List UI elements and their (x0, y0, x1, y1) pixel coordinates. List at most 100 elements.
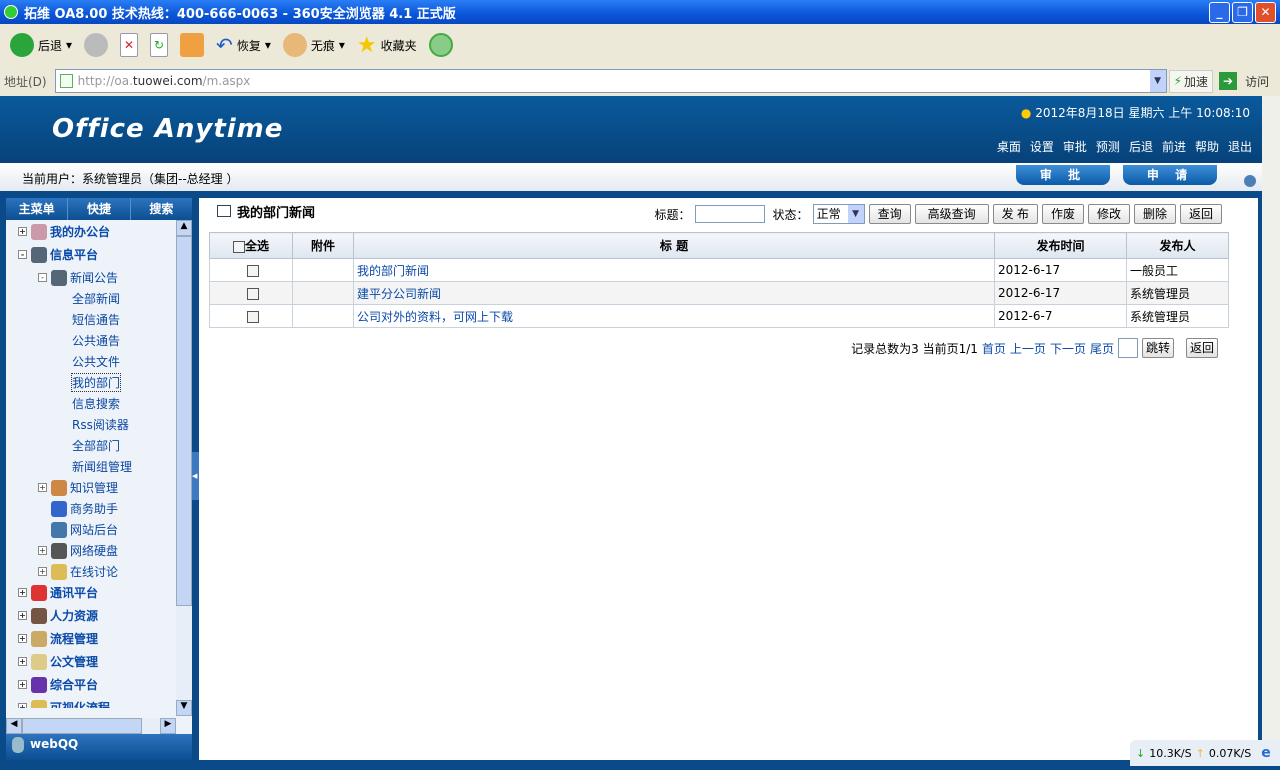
pager-return-button[interactable]: 返回 (1186, 338, 1218, 358)
incognito-button[interactable]: 无痕 ▾ (283, 33, 345, 57)
home-button[interactable] (180, 33, 204, 57)
return-button[interactable]: 返回 (1180, 204, 1222, 224)
collapse-up-icon[interactable] (1244, 175, 1256, 187)
sidebar-item[interactable]: 商务助手 (38, 500, 118, 517)
minimize-button[interactable]: _ (1209, 2, 1230, 23)
close-button[interactable]: ✕ (1255, 2, 1276, 23)
refresh-button[interactable]: ↻ (150, 33, 168, 57)
scroll-up-button[interactable]: ▲ (176, 220, 192, 236)
expand-icon[interactable]: + (38, 567, 47, 576)
expand-icon[interactable]: + (18, 703, 27, 708)
expand-icon[interactable]: + (18, 634, 27, 643)
prev-page-link[interactable]: 上一页 (1010, 340, 1046, 357)
sidebar-item[interactable]: 公共通告 (72, 332, 120, 349)
expand-icon[interactable]: + (18, 588, 27, 597)
page-scrollbar[interactable] (1262, 96, 1280, 742)
expand-icon[interactable]: + (18, 611, 27, 620)
next-page-link[interactable]: 下一页 (1050, 340, 1086, 357)
nav-approve[interactable]: 审批 (1063, 138, 1087, 155)
tab-shortcuts[interactable]: 快捷 (68, 198, 130, 220)
sidebar-item[interactable]: +流程管理 (18, 630, 98, 647)
stop-button[interactable]: ✕ (120, 33, 138, 57)
query-button[interactable]: 查询 (869, 204, 911, 224)
delete-button[interactable]: 删除 (1134, 204, 1176, 224)
nav-forward[interactable]: 前进 (1162, 138, 1186, 155)
expand-icon[interactable]: + (38, 546, 47, 555)
sidebar-item[interactable]: 我的部门 (72, 374, 120, 391)
webqq-button[interactable]: webQQ (6, 734, 192, 760)
status-select[interactable]: 正常▼ (813, 204, 865, 224)
url-dropdown-icon[interactable]: ▼ (1150, 70, 1166, 92)
sidebar-item[interactable]: 新闻组管理 (72, 458, 132, 475)
select-all-header[interactable]: 全选 (210, 233, 293, 259)
scroll-right-button[interactable]: ▶ (160, 718, 176, 734)
back-button[interactable]: 后退 ▾ (10, 33, 72, 57)
news-title-link[interactable]: 我的部门新闻 (357, 264, 429, 278)
collapse-icon[interactable]: - (18, 250, 27, 259)
news-title-link[interactable]: 公司对外的资料，可网上下载 (357, 310, 513, 324)
expand-icon[interactable]: + (38, 483, 47, 492)
sidebar-item[interactable]: +在线讨论 (38, 563, 118, 580)
expand-icon[interactable]: + (18, 657, 27, 666)
sidebar-item[interactable]: +综合平台 (18, 676, 98, 693)
news-title-link[interactable]: 建平分公司新闻 (357, 287, 441, 301)
approve-tab[interactable]: 审 批 (1016, 165, 1110, 185)
sidebar-item[interactable]: -信息平台 (18, 246, 98, 263)
row-checkbox[interactable] (247, 311, 259, 323)
tab-search[interactable]: 搜索 (131, 198, 192, 220)
restore-button[interactable]: ↶恢复 ▾ (216, 33, 271, 57)
nav-logout[interactable]: 退出 (1228, 138, 1252, 155)
scroll-left-button[interactable]: ◀ (6, 718, 22, 734)
nav-desktop[interactable]: 桌面 (997, 138, 1021, 155)
expand-icon[interactable]: + (18, 680, 27, 689)
apply-tab[interactable]: 申 请 (1123, 165, 1217, 185)
nav-forecast[interactable]: 预测 (1096, 138, 1120, 155)
sidebar-item[interactable]: 信息搜索 (72, 395, 120, 412)
row-checkbox[interactable] (247, 265, 259, 277)
sidebar-item[interactable]: +通讯平台 (18, 584, 98, 601)
edit-button[interactable]: 修改 (1088, 204, 1130, 224)
collapse-icon[interactable]: - (38, 273, 47, 282)
last-page-link[interactable]: 尾页 (1090, 340, 1114, 357)
title-filter-input[interactable] (695, 205, 765, 223)
sidebar-item[interactable]: +网络硬盘 (38, 542, 118, 559)
jump-button[interactable]: 跳转 (1142, 338, 1174, 358)
page-number-input[interactable] (1118, 338, 1138, 358)
row-checkbox[interactable] (247, 288, 259, 300)
sidebar-item[interactable]: -新闻公告 (38, 269, 118, 286)
speedup-button[interactable]: ⚡加速 (1169, 70, 1213, 93)
sidebar-item[interactable]: +我的办公台 (18, 223, 110, 240)
sidebar-item[interactable]: +可视化流程 (18, 699, 110, 708)
sidebar-item[interactable]: 网站后台 (38, 521, 118, 538)
nav-settings[interactable]: 设置 (1030, 138, 1054, 155)
sidebar-item[interactable]: +公文管理 (18, 653, 98, 670)
sidebar-collapse-handle[interactable]: ◀ (192, 452, 199, 500)
sidebar-hscrollbar[interactable]: ◀ ▶ (6, 718, 176, 734)
select-all-checkbox[interactable] (233, 241, 245, 253)
sidebar-vscrollbar[interactable]: ▲ ▼ (176, 220, 192, 716)
ie-icon[interactable]: e (1261, 745, 1271, 761)
forward-button[interactable] (84, 33, 108, 57)
first-page-link[interactable]: 首页 (982, 340, 1006, 357)
favorites-button[interactable]: ★收藏夹 (357, 33, 417, 58)
expand-icon[interactable]: + (18, 227, 27, 236)
go-button[interactable]: ➔访问 (1219, 72, 1269, 90)
tab-main-menu[interactable]: 主菜单 (6, 198, 68, 220)
sidebar-item[interactable]: Rss阅读器 (72, 416, 129, 433)
nav-help[interactable]: 帮助 (1195, 138, 1219, 155)
hscroll-thumb[interactable] (22, 718, 142, 734)
sidebar-item[interactable]: 短信通告 (72, 311, 120, 328)
sidebar-item[interactable]: +人力资源 (18, 607, 98, 624)
scroll-down-button[interactable]: ▼ (176, 700, 192, 716)
scroll-thumb[interactable] (176, 236, 192, 606)
url-input[interactable]: http://oa.tuowei.com/m.aspx ▼ (55, 69, 1167, 93)
maximize-button[interactable]: ❐ (1232, 2, 1253, 23)
advanced-query-button[interactable]: 高级查询 (915, 204, 989, 224)
void-button[interactable]: 作废 (1042, 204, 1084, 224)
nav-back[interactable]: 后退 (1129, 138, 1153, 155)
sidebar-item[interactable]: 公共文件 (72, 353, 120, 370)
history-button[interactable] (429, 33, 453, 57)
sidebar-item[interactable]: 全部部门 (72, 437, 120, 454)
sidebar-item[interactable]: +知识管理 (38, 479, 118, 496)
publish-button[interactable]: 发 布 (993, 204, 1038, 224)
